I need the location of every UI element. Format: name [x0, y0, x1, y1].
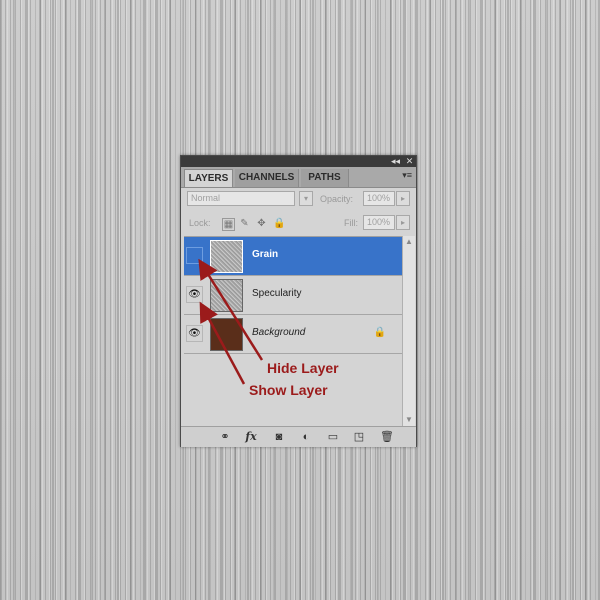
show-layer-annotation: Show Layer [249, 382, 328, 398]
annotation-arrows [198, 258, 264, 385]
show-layer-arrow [199, 301, 246, 385]
hide-layer-arrow [198, 258, 264, 361]
hide-layer-annotation: Hide Layer [267, 360, 339, 376]
